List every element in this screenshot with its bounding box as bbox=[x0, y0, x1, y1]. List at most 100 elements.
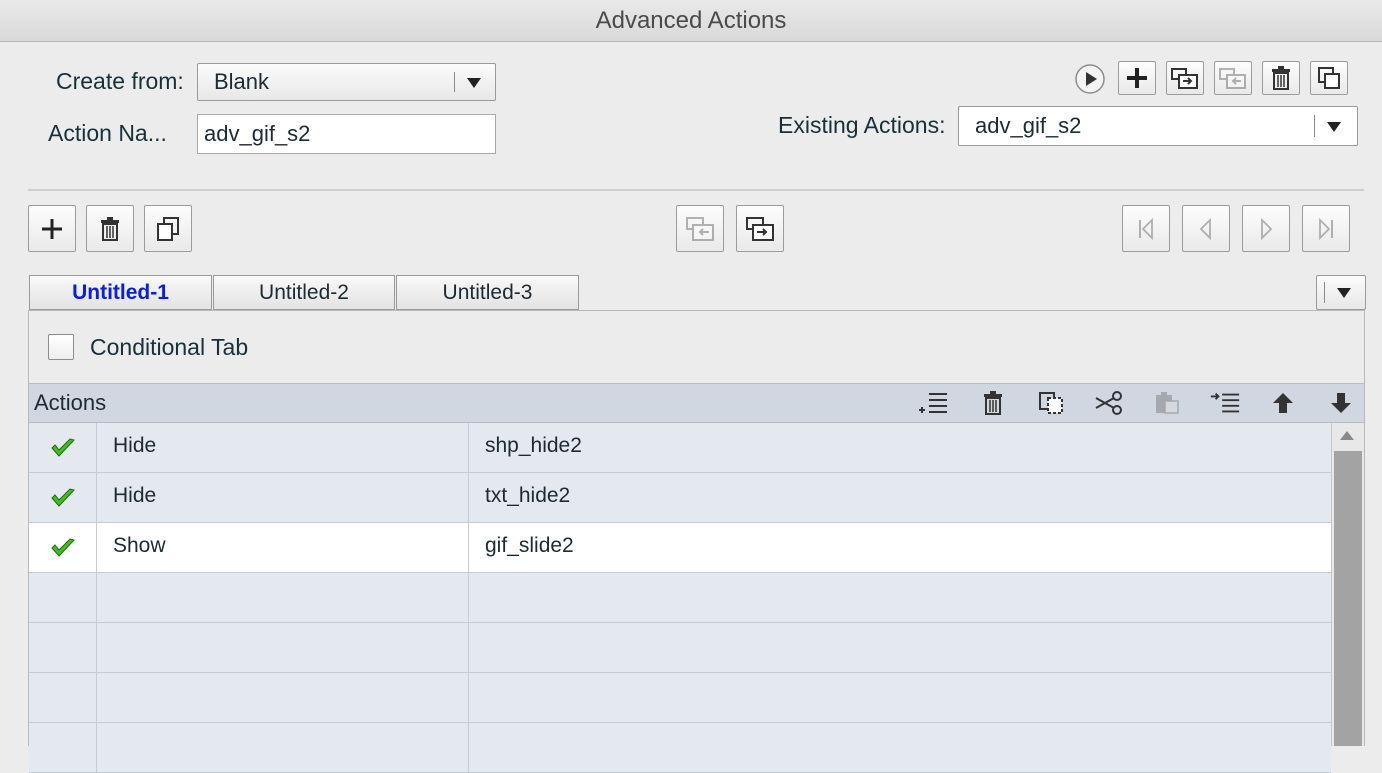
scrollbar-thumb[interactable] bbox=[1334, 451, 1362, 746]
move-up-button[interactable] bbox=[1267, 388, 1299, 418]
status-cell bbox=[29, 473, 97, 522]
tab-untitled-1[interactable]: Untitled-1 bbox=[29, 275, 212, 310]
arrow-up-icon bbox=[1273, 393, 1293, 413]
table-row[interactable] bbox=[29, 673, 1331, 723]
tab-untitled-3[interactable]: Untitled-3 bbox=[396, 275, 579, 310]
save-as-shared-button[interactable] bbox=[1166, 61, 1204, 95]
next-icon bbox=[1261, 217, 1273, 240]
paste-row-button[interactable] bbox=[1151, 388, 1183, 418]
copy-icon bbox=[1039, 392, 1063, 414]
add-decision-button[interactable] bbox=[28, 205, 76, 252]
target-cell[interactable] bbox=[469, 623, 1331, 672]
table-row[interactable] bbox=[29, 573, 1331, 623]
check-icon bbox=[50, 537, 75, 557]
first-tab-button[interactable] bbox=[1122, 205, 1170, 252]
insert-action-button[interactable] bbox=[917, 388, 949, 418]
move-down-button[interactable] bbox=[1325, 388, 1357, 418]
table-row[interactable]: Hide shp_hide2 bbox=[29, 423, 1331, 473]
export-icon bbox=[746, 216, 774, 241]
scroll-up-icon[interactable] bbox=[1340, 431, 1354, 440]
create-from-dropdown[interactable]: Blank bbox=[197, 63, 496, 101]
existing-actions-label: Existing Actions: bbox=[778, 112, 946, 138]
arrow-down-icon bbox=[1331, 393, 1351, 413]
next-tab-button[interactable] bbox=[1242, 205, 1290, 252]
duplicate-action-button[interactable] bbox=[1310, 61, 1348, 95]
table-row[interactable]: Show gif_slide2 bbox=[29, 523, 1331, 573]
window-title: Advanced Actions bbox=[0, 0, 1382, 42]
status-cell bbox=[29, 523, 97, 572]
status-cell bbox=[29, 573, 97, 622]
import-icon bbox=[1219, 68, 1246, 89]
create-from-value: Blank bbox=[214, 69, 270, 94]
copy-decision-button[interactable] bbox=[144, 205, 192, 252]
target-cell[interactable]: txt_hide2 bbox=[469, 473, 1331, 522]
existing-actions-value: adv_gif_s2 bbox=[975, 113, 1082, 138]
vertical-scrollbar[interactable] bbox=[1331, 423, 1364, 746]
action-cell[interactable] bbox=[97, 673, 469, 722]
check-icon bbox=[50, 437, 75, 457]
plus-icon bbox=[42, 218, 62, 239]
target-cell[interactable] bbox=[469, 573, 1331, 622]
delete-decision-button[interactable] bbox=[86, 205, 134, 252]
skip-last-icon bbox=[1319, 217, 1333, 240]
status-cell bbox=[29, 423, 97, 472]
target-cell[interactable]: shp_hide2 bbox=[469, 423, 1331, 472]
actions-header: Actions bbox=[29, 383, 1364, 423]
copy-row-button[interactable] bbox=[1035, 388, 1067, 418]
preview-button[interactable] bbox=[1074, 63, 1106, 95]
tabs-menu-dropdown[interactable] bbox=[1316, 275, 1366, 310]
actions-title: Actions bbox=[34, 390, 107, 415]
plus-icon bbox=[1127, 68, 1147, 88]
skip-first-icon bbox=[1139, 217, 1153, 240]
status-cell bbox=[29, 723, 97, 772]
export-decision-button[interactable] bbox=[736, 205, 784, 252]
table-row[interactable] bbox=[29, 723, 1331, 773]
status-cell bbox=[29, 623, 97, 672]
insert-below-button[interactable] bbox=[1209, 388, 1241, 418]
table-row[interactable] bbox=[29, 623, 1331, 673]
dropdown-separator bbox=[1314, 115, 1315, 137]
play-icon bbox=[1075, 64, 1105, 94]
existing-actions-dropdown[interactable]: adv_gif_s2 bbox=[958, 106, 1358, 146]
delete-action-button[interactable] bbox=[1262, 61, 1300, 95]
action-cell[interactable]: Show bbox=[97, 523, 469, 572]
chevron-down-icon bbox=[467, 78, 481, 88]
import-icon bbox=[686, 216, 714, 241]
dropdown-separator bbox=[1324, 282, 1325, 303]
previous-tab-button[interactable] bbox=[1182, 205, 1230, 252]
action-cell[interactable] bbox=[97, 573, 469, 622]
scissors-icon bbox=[1095, 391, 1122, 415]
trash-icon bbox=[101, 216, 119, 241]
create-from-label: Create from: bbox=[56, 68, 184, 94]
insert-row-icon bbox=[919, 393, 947, 413]
cut-row-button[interactable] bbox=[1093, 388, 1125, 418]
conditional-tab-label: Conditional Tab bbox=[90, 334, 249, 360]
action-name-label: Action Na... bbox=[48, 120, 167, 146]
trash-icon bbox=[1272, 66, 1290, 90]
action-name-field[interactable]: adv_gif_s2 bbox=[197, 114, 496, 154]
action-cell[interactable] bbox=[97, 623, 469, 672]
new-action-button[interactable] bbox=[1118, 61, 1156, 95]
import-decision-button[interactable] bbox=[676, 205, 724, 252]
paste-icon bbox=[1156, 392, 1179, 414]
target-cell[interactable] bbox=[469, 723, 1331, 772]
action-cell[interactable] bbox=[97, 723, 469, 772]
action-cell[interactable]: Hide bbox=[97, 473, 469, 522]
duplicate-icon bbox=[1318, 67, 1340, 89]
chevron-down-icon bbox=[1327, 122, 1341, 132]
check-icon bbox=[50, 487, 75, 507]
tab-untitled-2[interactable]: Untitled-2 bbox=[213, 275, 395, 310]
dropdown-separator bbox=[454, 72, 455, 92]
target-cell[interactable]: gif_slide2 bbox=[469, 523, 1331, 572]
delete-row-button[interactable] bbox=[977, 388, 1009, 418]
chevron-down-icon bbox=[1337, 288, 1351, 298]
import-button[interactable] bbox=[1214, 61, 1252, 95]
target-cell[interactable] bbox=[469, 673, 1331, 722]
action-cell[interactable]: Hide bbox=[97, 423, 469, 472]
insert-below-icon bbox=[1210, 392, 1240, 413]
copy-icon bbox=[157, 216, 179, 241]
last-tab-button[interactable] bbox=[1302, 205, 1350, 252]
table-row[interactable]: Hide txt_hide2 bbox=[29, 473, 1331, 523]
status-cell bbox=[29, 673, 97, 722]
conditional-tab-checkbox[interactable] bbox=[48, 334, 74, 360]
